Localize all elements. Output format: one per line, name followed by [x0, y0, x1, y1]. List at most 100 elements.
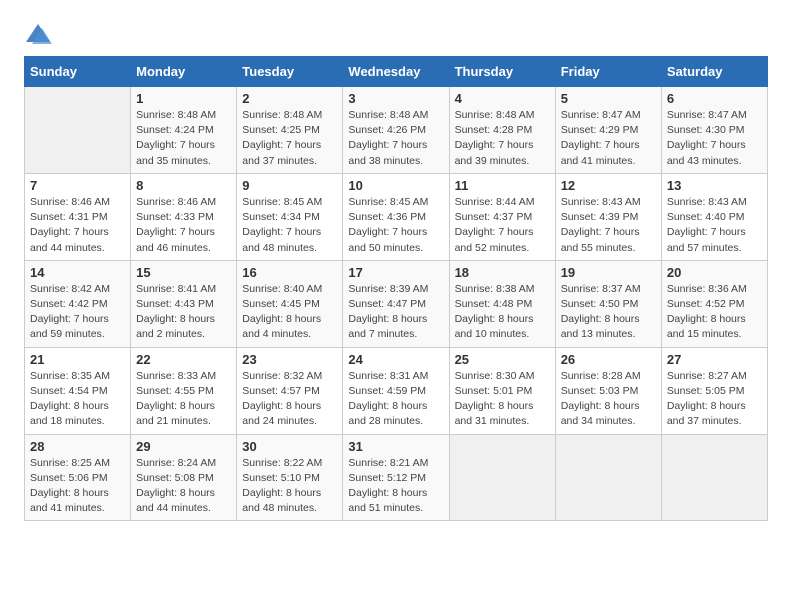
day-info: Sunrise: 8:41 AMSunset: 4:43 PMDaylight:… [136, 282, 231, 343]
calendar-cell: 25 Sunrise: 8:30 AMSunset: 5:01 PMDayligh… [449, 347, 555, 434]
calendar-week-3: 14 Sunrise: 8:42 AMSunset: 4:42 PMDayligh… [25, 260, 768, 347]
day-info: Sunrise: 8:35 AMSunset: 4:54 PMDaylight:… [30, 369, 125, 430]
logo-icon [24, 20, 52, 48]
calendar-cell: 3Sunrise: 8:48 AMSunset: 4:26 PMDaylight… [343, 87, 449, 174]
calendar-cell: 31Sunrise: 8:21 AMSunset: 5:12 PMDayligh… [343, 434, 449, 521]
day-info: Sunrise: 8:36 AMSunset: 4:52 PMDaylight:… [667, 282, 762, 343]
calendar-cell: 5 Sunrise: 8:47 AMSunset: 4:29 PMDaylight… [555, 87, 661, 174]
calendar-cell: 4 Sunrise: 8:48 AMSunset: 4:28 PMDaylight… [449, 87, 555, 174]
day-info: Sunrise: 8:28 AMSunset: 5:03 PMDaylight:… [561, 369, 656, 430]
weekday-header-monday: Monday [131, 57, 237, 87]
day-number: 10 [348, 178, 443, 193]
day-number: 26 [561, 352, 656, 367]
day-number: 14 [30, 265, 125, 280]
calendar-cell: 19 Sunrise: 8:37 AMSunset: 4:50 PMDayligh… [555, 260, 661, 347]
calendar-cell: 12Sunrise: 8:43 AMSunset: 4:39 PMDayligh… [555, 173, 661, 260]
day-number: 5 [561, 91, 656, 106]
calendar-cell: 20 Sunrise: 8:36 AMSunset: 4:52 PMDayligh… [661, 260, 767, 347]
calendar-cell: 9Sunrise: 8:45 AMSunset: 4:34 PMDaylight… [237, 173, 343, 260]
calendar-cell: 18Sunrise: 8:38 AMSunset: 4:48 PMDayligh… [449, 260, 555, 347]
day-info: Sunrise: 8:37 AMSunset: 4:50 PMDaylight:… [561, 282, 656, 343]
calendar-cell: 16 Sunrise: 8:40 AMSunset: 4:45 PMDayligh… [237, 260, 343, 347]
calendar-cell: 7 Sunrise: 8:46 AMSunset: 4:31 PMDaylight… [25, 173, 131, 260]
calendar-cell: 8 Sunrise: 8:46 AMSunset: 4:33 PMDaylight… [131, 173, 237, 260]
calendar-cell: 26 Sunrise: 8:28 AMSunset: 5:03 PMDayligh… [555, 347, 661, 434]
day-info: Sunrise: 8:47 AMSunset: 4:30 PMDaylight:… [667, 108, 762, 169]
day-info: Sunrise: 8:46 AMSunset: 4:33 PMDaylight:… [136, 195, 231, 256]
day-number: 28 [30, 439, 125, 454]
page-header [24, 20, 768, 48]
calendar-week-1: 1 Sunrise: 8:48 AMSunset: 4:24 PMDaylight… [25, 87, 768, 174]
day-info: Sunrise: 8:48 AMSunset: 4:28 PMDaylight:… [455, 108, 550, 169]
calendar-cell: 30Sunrise: 8:22 AMSunset: 5:10 PMDayligh… [237, 434, 343, 521]
calendar-cell: 11 Sunrise: 8:44 AMSunset: 4:37 PMDayligh… [449, 173, 555, 260]
day-info: Sunrise: 8:31 AMSunset: 4:59 PMDaylight:… [348, 369, 443, 430]
day-number: 11 [455, 178, 550, 193]
day-number: 20 [667, 265, 762, 280]
calendar-cell: 15Sunrise: 8:41 AMSunset: 4:43 PMDayligh… [131, 260, 237, 347]
day-number: 24 [348, 352, 443, 367]
day-info: Sunrise: 8:46 AMSunset: 4:31 PMDaylight:… [30, 195, 125, 256]
day-info: Sunrise: 8:22 AMSunset: 5:10 PMDaylight:… [242, 456, 337, 517]
day-info: Sunrise: 8:24 AMSunset: 5:08 PMDaylight:… [136, 456, 231, 517]
calendar-cell: 22 Sunrise: 8:33 AMSunset: 4:55 PMDayligh… [131, 347, 237, 434]
calendar-cell: 21Sunrise: 8:35 AMSunset: 4:54 PMDayligh… [25, 347, 131, 434]
day-info: Sunrise: 8:45 AMSunset: 4:34 PMDaylight:… [242, 195, 337, 256]
day-number: 25 [455, 352, 550, 367]
day-number: 13 [667, 178, 762, 193]
day-number: 1 [136, 91, 231, 106]
calendar-cell: 13 Sunrise: 8:43 AMSunset: 4:40 PMDayligh… [661, 173, 767, 260]
day-number: 7 [30, 178, 125, 193]
calendar-cell: 10Sunrise: 8:45 AMSunset: 4:36 PMDayligh… [343, 173, 449, 260]
calendar-header: SundayMondayTuesdayWednesdayThursdayFrid… [25, 57, 768, 87]
weekday-header-sunday: Sunday [25, 57, 131, 87]
calendar-cell [661, 434, 767, 521]
calendar-cell: 23 Sunrise: 8:32 AMSunset: 4:57 PMDayligh… [237, 347, 343, 434]
day-info: Sunrise: 8:32 AMSunset: 4:57 PMDaylight:… [242, 369, 337, 430]
day-info: Sunrise: 8:44 AMSunset: 4:37 PMDaylight:… [455, 195, 550, 256]
weekday-header-wednesday: Wednesday [343, 57, 449, 87]
day-info: Sunrise: 8:25 AMSunset: 5:06 PMDaylight:… [30, 456, 125, 517]
logo [24, 20, 54, 48]
calendar-week-4: 21Sunrise: 8:35 AMSunset: 4:54 PMDayligh… [25, 347, 768, 434]
calendar-cell: 6 Sunrise: 8:47 AMSunset: 4:30 PMDaylight… [661, 87, 767, 174]
day-info: Sunrise: 8:47 AMSunset: 4:29 PMDaylight:… [561, 108, 656, 169]
day-number: 22 [136, 352, 231, 367]
day-info: Sunrise: 8:30 AMSunset: 5:01 PMDaylight:… [455, 369, 550, 430]
day-number: 31 [348, 439, 443, 454]
day-number: 16 [242, 265, 337, 280]
calendar-cell: 27Sunrise: 8:27 AMSunset: 5:05 PMDayligh… [661, 347, 767, 434]
day-info: Sunrise: 8:48 AMSunset: 4:26 PMDaylight:… [348, 108, 443, 169]
day-number: 8 [136, 178, 231, 193]
weekday-header-tuesday: Tuesday [237, 57, 343, 87]
weekday-header-thursday: Thursday [449, 57, 555, 87]
calendar-cell: 29 Sunrise: 8:24 AMSunset: 5:08 PMDayligh… [131, 434, 237, 521]
calendar-cell [555, 434, 661, 521]
day-info: Sunrise: 8:48 AMSunset: 4:24 PMDaylight:… [136, 108, 231, 169]
day-number: 23 [242, 352, 337, 367]
day-info: Sunrise: 8:48 AMSunset: 4:25 PMDaylight:… [242, 108, 337, 169]
weekday-header-row: SundayMondayTuesdayWednesdayThursdayFrid… [25, 57, 768, 87]
day-info: Sunrise: 8:43 AMSunset: 4:40 PMDaylight:… [667, 195, 762, 256]
day-number: 18 [455, 265, 550, 280]
day-number: 29 [136, 439, 231, 454]
day-number: 27 [667, 352, 762, 367]
calendar-cell [25, 87, 131, 174]
day-info: Sunrise: 8:42 AMSunset: 4:42 PMDaylight:… [30, 282, 125, 343]
calendar-week-5: 28 Sunrise: 8:25 AMSunset: 5:06 PMDayligh… [25, 434, 768, 521]
day-number: 4 [455, 91, 550, 106]
day-info: Sunrise: 8:33 AMSunset: 4:55 PMDaylight:… [136, 369, 231, 430]
calendar-cell: 14 Sunrise: 8:42 AMSunset: 4:42 PMDayligh… [25, 260, 131, 347]
calendar-table: SundayMondayTuesdayWednesdayThursdayFrid… [24, 56, 768, 521]
day-info: Sunrise: 8:40 AMSunset: 4:45 PMDaylight:… [242, 282, 337, 343]
day-number: 19 [561, 265, 656, 280]
calendar-cell: 17Sunrise: 8:39 AMSunset: 4:47 PMDayligh… [343, 260, 449, 347]
calendar-week-2: 7 Sunrise: 8:46 AMSunset: 4:31 PMDaylight… [25, 173, 768, 260]
day-number: 6 [667, 91, 762, 106]
calendar-cell [449, 434, 555, 521]
calendar-cell: 24 Sunrise: 8:31 AMSunset: 4:59 PMDayligh… [343, 347, 449, 434]
calendar-cell: 28 Sunrise: 8:25 AMSunset: 5:06 PMDayligh… [25, 434, 131, 521]
weekday-header-friday: Friday [555, 57, 661, 87]
day-info: Sunrise: 8:39 AMSunset: 4:47 PMDaylight:… [348, 282, 443, 343]
weekday-header-saturday: Saturday [661, 57, 767, 87]
